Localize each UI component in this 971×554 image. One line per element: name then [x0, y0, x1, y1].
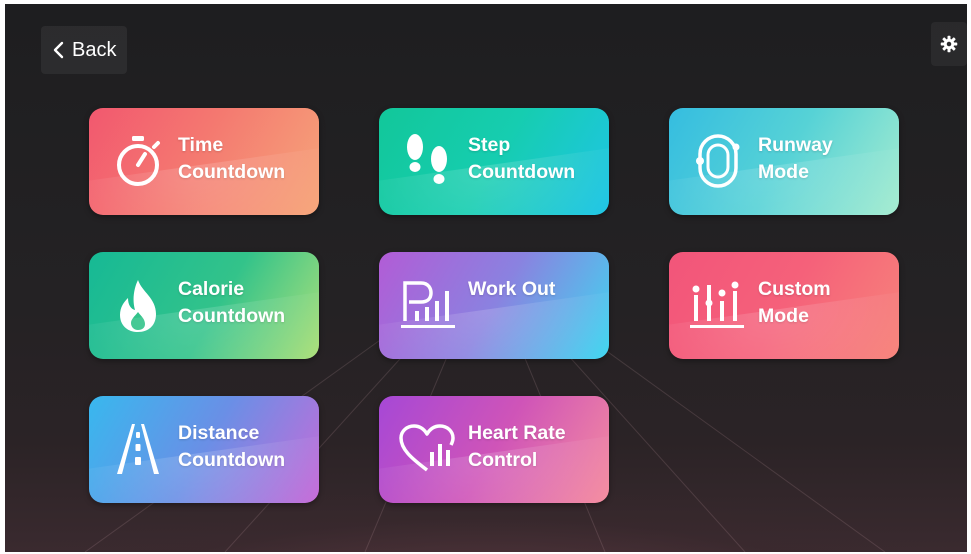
tile-label: Time Countdown	[178, 134, 286, 183]
back-button[interactable]: Back	[41, 26, 127, 74]
heart-chart-icon	[397, 418, 459, 480]
tile-custom-mode[interactable]: Custom Mode	[669, 252, 899, 359]
mode-selection-screen: Back Time Countdown Step Countdown Runwa…	[5, 4, 967, 552]
bar-chart-icon	[397, 274, 459, 336]
tile-step-countdown[interactable]: Step Countdown	[379, 108, 609, 215]
tile-distance-countdown[interactable]: Distance Countdown	[89, 396, 319, 503]
tile-label: Custom Mode	[758, 278, 831, 327]
back-label: Back	[72, 38, 117, 61]
tile-calorie-countdown[interactable]: Calorie Countdown	[89, 252, 319, 359]
tile-label: Heart Rate Control	[468, 422, 566, 471]
settings-button[interactable]	[931, 22, 967, 66]
tile-work-out[interactable]: Work Out	[379, 252, 609, 359]
tile-runway-mode[interactable]: Runway Mode	[669, 108, 899, 215]
tile-heart-rate-control[interactable]: Heart Rate Control	[379, 396, 609, 503]
tile-label: Step Countdown	[468, 134, 576, 183]
gear-icon	[940, 35, 958, 53]
sliders-icon	[687, 274, 749, 336]
footprints-icon	[397, 130, 459, 192]
flame-icon	[107, 274, 169, 336]
tile-label: Calorie Countdown	[178, 278, 286, 327]
road-icon	[107, 418, 169, 480]
tile-time-countdown[interactable]: Time Countdown	[89, 108, 319, 215]
chevron-left-icon	[53, 41, 64, 59]
track-icon	[687, 130, 749, 192]
tile-label: Runway Mode	[758, 134, 833, 183]
tile-label: Work Out	[468, 278, 556, 300]
tile-label: Distance Countdown	[178, 422, 286, 471]
stopwatch-icon	[107, 130, 169, 192]
